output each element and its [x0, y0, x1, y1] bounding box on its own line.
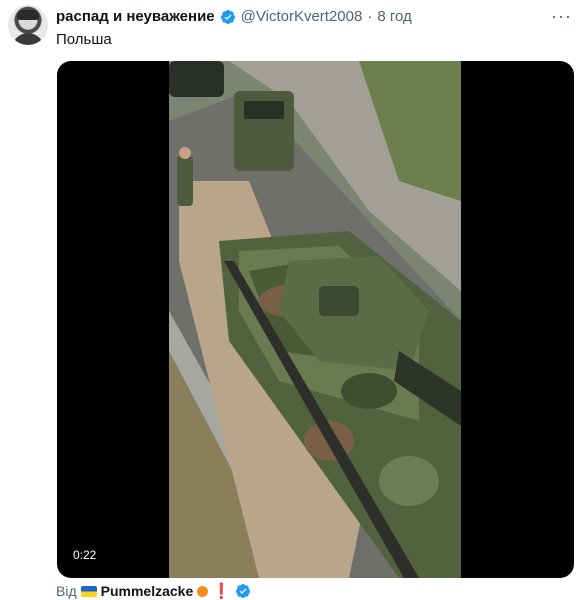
- separator-dot: ·: [367, 8, 373, 25]
- orange-icon: [197, 585, 209, 597]
- verified-badge-icon: [235, 584, 250, 599]
- verified-badge-icon: [220, 9, 235, 24]
- attribution-prefix: Від: [56, 583, 77, 599]
- video-player[interactable]: 0:22: [57, 61, 574, 578]
- tweet-text: Польша: [56, 31, 112, 48]
- video-scene: [169, 61, 461, 578]
- timestamp-link[interactable]: 8 год: [377, 8, 411, 25]
- more-options-icon[interactable]: ···: [551, 6, 572, 27]
- ukraine-flag-icon: [80, 585, 97, 597]
- display-name[interactable]: распад и неуважение: [56, 8, 215, 25]
- video-frame[interactable]: [169, 61, 461, 578]
- exclamation-icon: ❗: [212, 583, 231, 600]
- attribution-user[interactable]: Pummelzacke: [101, 583, 194, 599]
- attribution-line: Від Pummelzacke ❗: [56, 582, 251, 600]
- avatar-hair: [17, 10, 39, 20]
- avatar-shoulders: [12, 33, 44, 45]
- tweet-header: распад и неуважение @VictorKvert2008 · 8…: [56, 8, 412, 25]
- avatar[interactable]: [8, 5, 48, 45]
- video-timestamp: 0:22: [67, 546, 103, 564]
- handle[interactable]: @VictorKvert2008: [241, 8, 363, 25]
